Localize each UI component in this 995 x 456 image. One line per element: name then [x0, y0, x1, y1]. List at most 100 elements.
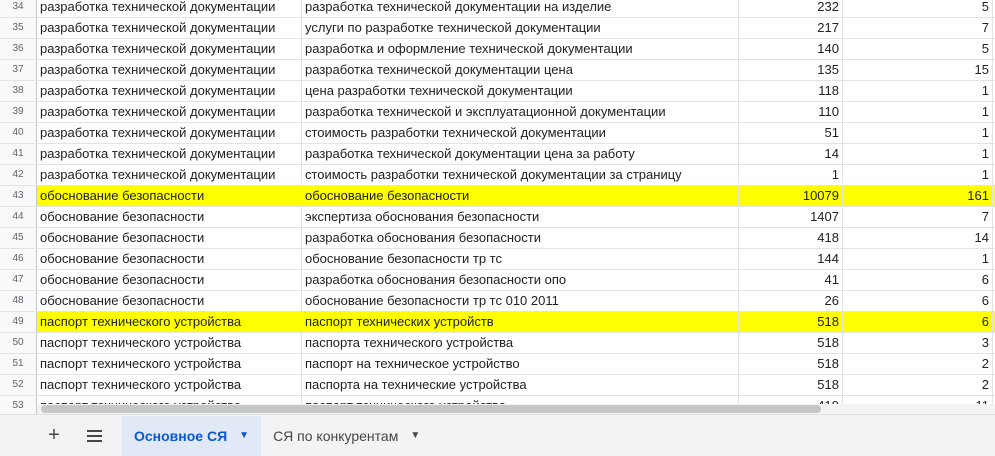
cell-query[interactable]: стоимость разработки технической докумен… [302, 165, 739, 185]
cell-count[interactable]: 1 [843, 102, 993, 122]
cell-frequency[interactable]: 26 [739, 291, 843, 311]
cell-frequency[interactable]: 518 [739, 333, 843, 353]
row-number[interactable]: 49 [0, 312, 37, 332]
cell-count[interactable]: 1 [843, 81, 993, 101]
cell-query[interactable]: разработка технической документации цена [302, 60, 739, 80]
row-number[interactable]: 47 [0, 270, 37, 290]
cell-keyword[interactable]: обоснование безопасности [37, 228, 302, 248]
row-number[interactable]: 53 [0, 396, 37, 416]
caret-down-icon[interactable]: ▼ [410, 430, 420, 441]
cell-query[interactable]: разработка технической документации цена… [302, 144, 739, 164]
cell-count[interactable]: 2 [843, 354, 993, 374]
cell-frequency[interactable]: 51 [739, 123, 843, 143]
cell-frequency[interactable]: 41 [739, 270, 843, 290]
row-number[interactable]: 50 [0, 333, 37, 353]
cell-query[interactable]: паспорта технического устройства [302, 333, 739, 353]
cell-query[interactable]: стоимость разработки технической докумен… [302, 123, 739, 143]
cell-keyword[interactable]: обоснование безопасности [37, 291, 302, 311]
cell-query[interactable]: разработка обоснования безопасности [302, 228, 739, 248]
row-number[interactable]: 51 [0, 354, 37, 374]
cell-count[interactable]: 15 [843, 60, 993, 80]
cell-frequency[interactable]: 144 [739, 249, 843, 269]
cell-count[interactable]: 161 [843, 186, 993, 206]
cell-keyword[interactable]: разработка технической документации [37, 165, 302, 185]
cell-count[interactable]: 5 [843, 39, 993, 59]
row-number[interactable]: 34 [0, 0, 37, 17]
cell-frequency[interactable]: 10079 [739, 186, 843, 206]
cell-count[interactable]: 5 [843, 0, 993, 17]
row-number[interactable]: 37 [0, 60, 37, 80]
cell-frequency[interactable]: 1 [739, 165, 843, 185]
row-number[interactable]: 42 [0, 165, 37, 185]
cell-query[interactable]: паспорта на технические устройства [302, 375, 739, 395]
cell-frequency[interactable]: 140 [739, 39, 843, 59]
row-number[interactable]: 43 [0, 186, 37, 206]
cell-query[interactable]: паспорт технических устройств [302, 312, 739, 332]
tab-sya-po-konkurentam[interactable]: СЯ по конкурентам ▼ [261, 416, 432, 456]
plus-icon[interactable]: + [36, 418, 72, 454]
cell-keyword[interactable]: паспорт технического устройства [37, 312, 302, 332]
cell-keyword[interactable]: паспорт технического устройства [37, 375, 302, 395]
row-number[interactable]: 40 [0, 123, 37, 143]
cell-frequency[interactable]: 217 [739, 18, 843, 38]
cell-query[interactable]: разработка и оформление технической доку… [302, 39, 739, 59]
hamburger-icon[interactable] [76, 418, 112, 454]
cell-count[interactable]: 1 [843, 165, 993, 185]
cell-keyword[interactable]: обоснование безопасности [37, 249, 302, 269]
row-number[interactable]: 52 [0, 375, 37, 395]
cell-count[interactable]: 1 [843, 249, 993, 269]
cell-query[interactable]: разработка обоснования безопасности опо [302, 270, 739, 290]
cell-keyword[interactable]: разработка технической документации [37, 123, 302, 143]
cell-query[interactable]: обоснование безопасности тр тс 010 2011 [302, 291, 739, 311]
cell-keyword[interactable]: разработка технической документации [37, 18, 302, 38]
row-number[interactable]: 36 [0, 39, 37, 59]
cell-keyword[interactable]: разработка технической документации [37, 60, 302, 80]
row-number[interactable]: 48 [0, 291, 37, 311]
row-number[interactable]: 44 [0, 207, 37, 227]
row-number[interactable]: 39 [0, 102, 37, 122]
row-number[interactable]: 38 [0, 81, 37, 101]
row-number[interactable]: 35 [0, 18, 37, 38]
cell-query[interactable]: экспертиза обоснования безопасности [302, 207, 739, 227]
tab-osnovnoe-sya[interactable]: Основное СЯ ▼ [122, 415, 262, 456]
cell-keyword[interactable]: разработка технической документации [37, 0, 302, 17]
cell-keyword[interactable]: разработка технической документации [37, 144, 302, 164]
cell-count[interactable]: 7 [843, 18, 993, 38]
cell-query[interactable]: разработка технической документации на и… [302, 0, 739, 17]
row-number[interactable]: 45 [0, 228, 37, 248]
cell-keyword[interactable]: паспорт технического устройства [37, 333, 302, 353]
cell-frequency[interactable]: 418 [739, 228, 843, 248]
cell-frequency[interactable]: 135 [739, 60, 843, 80]
cell-keyword[interactable]: разработка технической документации [37, 81, 302, 101]
cell-keyword[interactable]: обоснование безопасности [37, 186, 302, 206]
caret-down-icon[interactable]: ▼ [239, 430, 249, 441]
cell-query[interactable]: разработка технической и эксплуатационно… [302, 102, 739, 122]
cell-frequency[interactable]: 518 [739, 354, 843, 374]
cell-count[interactable]: 3 [843, 333, 993, 353]
cell-keyword[interactable]: обоснование безопасности [37, 207, 302, 227]
cell-keyword[interactable]: разработка технической документации [37, 39, 302, 59]
cell-frequency[interactable]: 232 [739, 0, 843, 17]
cell-frequency[interactable]: 110 [739, 102, 843, 122]
cell-count[interactable]: 2 [843, 375, 993, 395]
cell-count[interactable]: 7 [843, 207, 993, 227]
horizontal-scrollbar-thumb[interactable] [41, 405, 821, 413]
cell-frequency[interactable]: 14 [739, 144, 843, 164]
cell-keyword[interactable]: паспорт технического устройства [37, 354, 302, 374]
cell-query[interactable]: услуги по разработке технической докумен… [302, 18, 739, 38]
cell-frequency[interactable]: 118 [739, 81, 843, 101]
cell-frequency[interactable]: 518 [739, 312, 843, 332]
cell-keyword[interactable]: обоснование безопасности [37, 270, 302, 290]
cell-query[interactable]: паспорт на техническое устройство [302, 354, 739, 374]
cell-count[interactable]: 1 [843, 123, 993, 143]
cell-count[interactable]: 1 [843, 144, 993, 164]
cell-count[interactable]: 6 [843, 291, 993, 311]
cell-frequency[interactable]: 1407 [739, 207, 843, 227]
row-number[interactable]: 46 [0, 249, 37, 269]
cell-query[interactable]: обоснование безопасности [302, 186, 739, 206]
cell-count[interactable]: 14 [843, 228, 993, 248]
cell-query[interactable]: обоснование безопасности тр тс [302, 249, 739, 269]
cell-count[interactable]: 6 [843, 270, 993, 290]
row-number[interactable]: 41 [0, 144, 37, 164]
cell-frequency[interactable]: 518 [739, 375, 843, 395]
